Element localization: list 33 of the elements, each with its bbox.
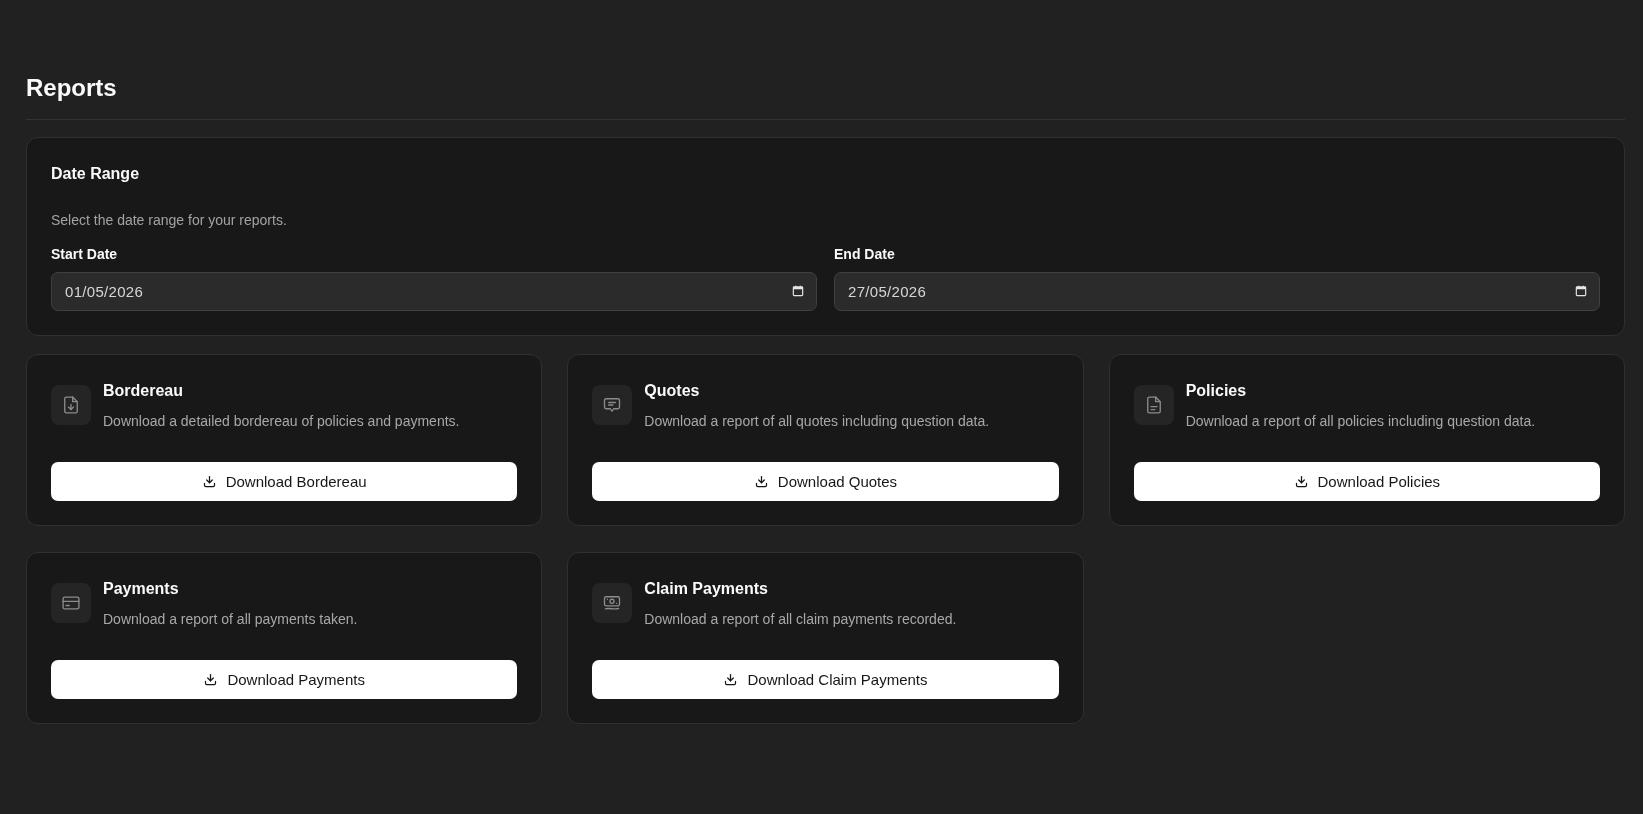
document-icon — [1133, 385, 1174, 425]
download-icon — [201, 474, 217, 489]
card-title: Claim Payments — [644, 579, 768, 599]
calendar-icon[interactable] — [1574, 284, 1588, 298]
card-description: Select the date range for your reports. — [51, 211, 287, 230]
field-label: End Date — [834, 245, 895, 264]
download-button[interactable]: Download Quotes — [592, 462, 1059, 501]
card-description: Download a report of all quotes including question data. — [644, 412, 990, 431]
download-button[interactable]: Download Policies — [1133, 462, 1600, 501]
date-input[interactable]: 01/05/2026 — [51, 272, 817, 311]
card-description: Download a report of all payments taken. — [103, 610, 358, 629]
download-icon — [1293, 474, 1309, 489]
download-icon — [723, 672, 739, 687]
card-title: Quotes — [644, 381, 700, 401]
speech-bubble-icon — [592, 385, 633, 425]
card-title: Payments — [103, 579, 179, 599]
download-button[interactable]: Download Payments — [51, 660, 518, 699]
page-title: Reports — [26, 73, 117, 103]
card-description: Download a report of all policies including question data. — [1185, 412, 1536, 431]
field-label: Start Date — [51, 245, 118, 264]
download-icon — [203, 672, 219, 687]
card-description: Download a detailed bordereau of policies and payments. — [103, 412, 460, 431]
card-description: Download a report of all claim payments recorded. — [644, 610, 957, 629]
card-title: Bordereau — [103, 381, 184, 401]
download-button[interactable]: Download Bordereau — [51, 462, 518, 501]
credit-card-icon — [51, 583, 91, 623]
calendar-icon[interactable] — [791, 284, 805, 298]
download-button[interactable]: Download Claim Payments — [592, 660, 1059, 699]
card-title: Date Range — [51, 164, 140, 184]
download-icon — [753, 474, 769, 489]
card-title: Policies — [1185, 381, 1247, 401]
banknote-icon — [592, 583, 633, 623]
date-input[interactable]: 27/05/2026 — [834, 272, 1600, 311]
